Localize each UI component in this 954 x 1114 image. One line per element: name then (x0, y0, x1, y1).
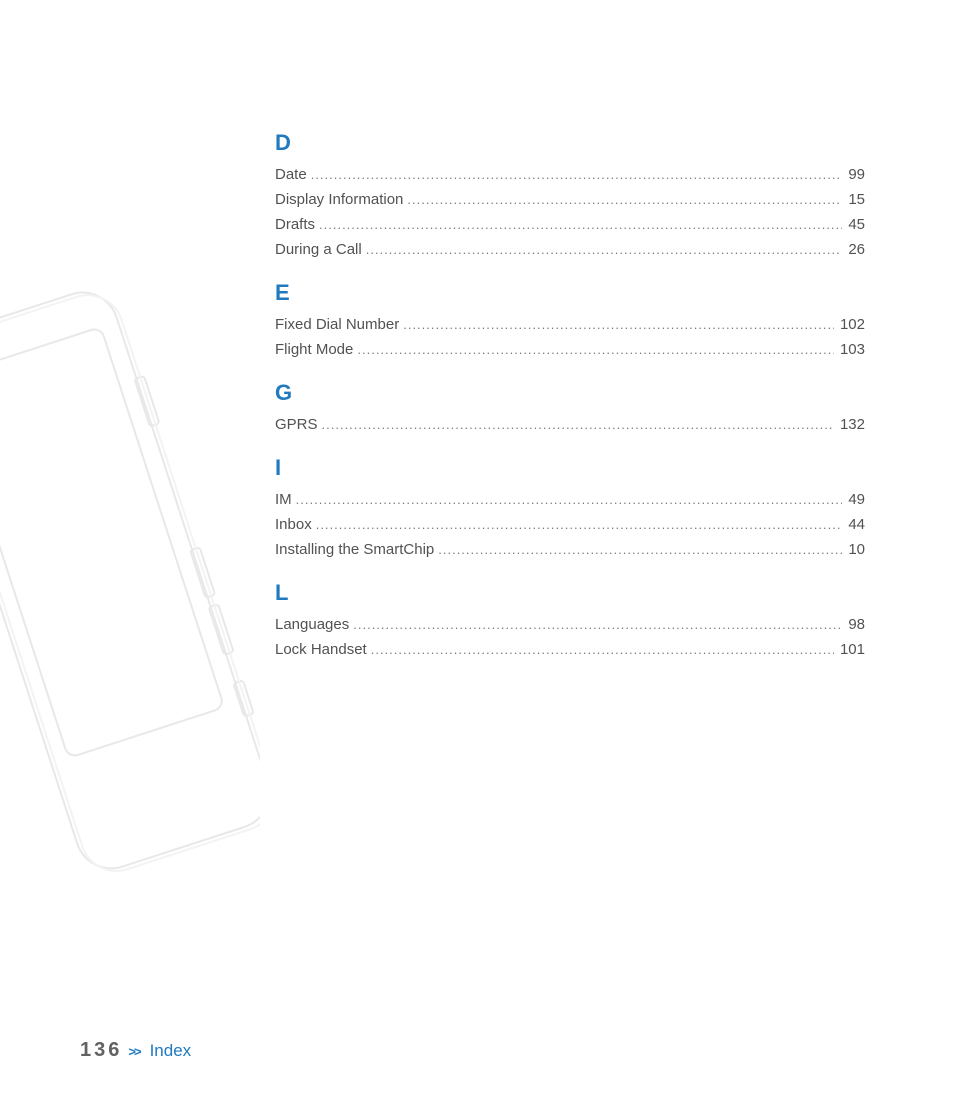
dots-leader (407, 192, 842, 207)
index-entry: Flight Mode 103 (275, 341, 865, 358)
entry-page: 15 (842, 191, 865, 208)
dots-leader (438, 542, 842, 557)
entry-label: IM (275, 491, 296, 508)
dots-leader (371, 642, 834, 657)
footer-title: Index (150, 1041, 192, 1061)
section-letter-e: E (275, 280, 865, 306)
footer-page-number: 136 (80, 1039, 122, 1062)
index-entry: Languages 98 (275, 616, 865, 633)
section-letter-i: I (275, 455, 865, 481)
section-letter-d: D (275, 130, 865, 156)
index-entry: During a Call 26 (275, 241, 865, 258)
dots-leader (316, 517, 843, 532)
entry-page: 45 (842, 216, 865, 233)
entry-label: During a Call (275, 241, 366, 258)
index-entry: Inbox 44 (275, 516, 865, 533)
entry-page: 49 (842, 491, 865, 508)
dots-leader (353, 617, 842, 632)
entry-label: Drafts (275, 216, 319, 233)
entry-page: 26 (842, 241, 865, 258)
entry-label: Inbox (275, 516, 316, 533)
entry-page: 10 (842, 541, 865, 558)
entry-page: 99 (842, 166, 865, 183)
entry-page: 102 (834, 316, 865, 333)
index-entry: Lock Handset 101 (275, 641, 865, 658)
dots-leader (366, 242, 843, 257)
entry-page: 44 (842, 516, 865, 533)
section-letter-g: G (275, 380, 865, 406)
entry-label: Flight Mode (275, 341, 357, 358)
page: D Date 99 Display Information 15 Drafts … (0, 0, 954, 1114)
page-footer: 136 >> Index (80, 1039, 191, 1062)
index-entry: Fixed Dial Number 102 (275, 316, 865, 333)
index-content: D Date 99 Display Information 15 Drafts … (275, 130, 865, 666)
dots-leader (296, 492, 843, 507)
entry-label: Fixed Dial Number (275, 316, 403, 333)
entry-label: Display Information (275, 191, 407, 208)
index-entry: IM 49 (275, 491, 865, 508)
entry-page: 98 (842, 616, 865, 633)
dots-leader (319, 217, 842, 232)
phone-outline-illustration (0, 280, 260, 900)
entry-label: Date (275, 166, 311, 183)
dots-leader (322, 417, 834, 432)
dots-leader (357, 342, 834, 357)
dots-leader (403, 317, 834, 332)
entry-label: Lock Handset (275, 641, 371, 658)
entry-page: 103 (834, 341, 865, 358)
index-entry: Date 99 (275, 166, 865, 183)
chevron-icon: >> (128, 1044, 139, 1059)
index-entry: Display Information 15 (275, 191, 865, 208)
index-entry: Drafts 45 (275, 216, 865, 233)
dots-leader (311, 167, 843, 182)
entry-page: 132 (834, 416, 865, 433)
entry-label: Installing the SmartChip (275, 541, 438, 558)
entry-label: GPRS (275, 416, 322, 433)
index-entry: GPRS 132 (275, 416, 865, 433)
index-entry: Installing the SmartChip 10 (275, 541, 865, 558)
entry-label: Languages (275, 616, 353, 633)
section-letter-l: L (275, 580, 865, 606)
entry-page: 101 (834, 641, 865, 658)
